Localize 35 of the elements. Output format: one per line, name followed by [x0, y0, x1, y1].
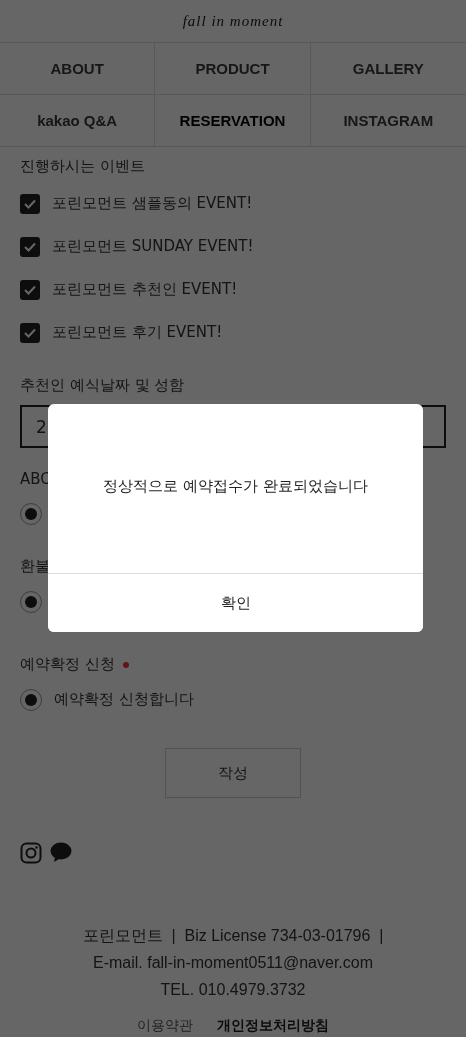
- checkbox-label: 포린모먼트 추천인 EVENT!: [52, 280, 238, 299]
- dialog-message: 정상적으로 예약접수가 완료되었습니다: [103, 477, 368, 496]
- field-label: 진행하시는 이벤트: [20, 157, 146, 176]
- field-label: ABC: [20, 470, 51, 488]
- footer-text: 포린모먼트 | Biz License 734-03-01796 |: [82, 926, 384, 946]
- checkmark-icon: [24, 198, 36, 209]
- radio-label: 예약확정 신청합니다: [54, 690, 194, 709]
- checkbox[interactable]: [20, 236, 40, 257]
- chat-bubble-icon[interactable]: [50, 842, 72, 862]
- nav-tab[interactable]: PRODUCT: [155, 43, 311, 95]
- footer-text: TEL. 010.4979.3732: [160, 980, 306, 1000]
- nav-tab[interactable]: ABOUT: [0, 43, 156, 95]
- checkmark-icon: [24, 284, 36, 295]
- footer-link[interactable]: 개인정보처리방침: [217, 1017, 329, 1035]
- nav-tab[interactable]: kakao Q&A: [0, 95, 156, 147]
- checkbox-label: 포린모먼트 후기 EVENT!: [52, 323, 223, 342]
- instagram-icon[interactable]: [20, 842, 42, 864]
- nav-tab[interactable]: GALLERY: [310, 43, 466, 95]
- nav-tab[interactable]: RESERVATION: [155, 95, 311, 147]
- submit-button[interactable]: 작성: [165, 748, 301, 798]
- footer-text: E-mail. fall-in-moment0511@naver.com: [92, 953, 373, 973]
- checkmark-icon: [24, 327, 36, 338]
- footer-link[interactable]: 이용약관: [137, 1017, 193, 1035]
- nav-tab[interactable]: INSTAGRAM: [310, 95, 466, 147]
- checkmark-icon: [24, 241, 36, 252]
- checkbox[interactable]: [20, 279, 40, 300]
- checkbox[interactable]: [20, 193, 40, 214]
- checkbox-label: 포린모먼트 SUNDAY EVENT!: [52, 237, 254, 256]
- field-label: 예약확정 신청: [20, 655, 115, 674]
- field-label: 환불: [20, 557, 50, 576]
- confirm-button[interactable]: 확인: [48, 573, 423, 632]
- checkbox[interactable]: [20, 322, 40, 343]
- logo[interactable]: fall in moment: [182, 12, 284, 30]
- checkbox-label: 포린모먼트 샘플동의 EVENT!: [52, 194, 253, 213]
- field-label: 추천인 예식날짜 및 성함: [20, 376, 186, 395]
